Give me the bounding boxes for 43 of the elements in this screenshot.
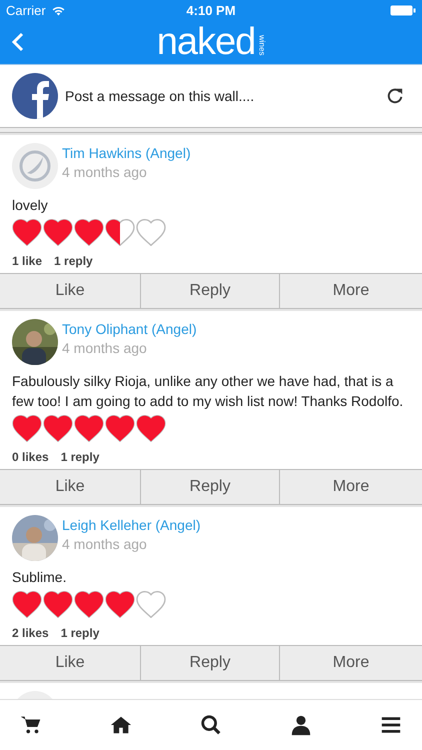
- wifi-icon: [50, 4, 66, 16]
- menu-icon[interactable]: [380, 714, 402, 736]
- cart-icon[interactable]: [20, 714, 42, 736]
- likes-count: 0 likes: [12, 450, 49, 464]
- back-button[interactable]: [10, 30, 26, 54]
- heart-icon: [12, 219, 42, 246]
- replies-count: 1 reply: [60, 626, 100, 640]
- heart-icon: [43, 591, 73, 618]
- heart-icon: [105, 219, 135, 246]
- comment-text: lovely: [12, 196, 49, 215]
- heart-icon: [136, 591, 166, 618]
- post-time: 4 months ago: [62, 339, 148, 358]
- search-icon[interactable]: [200, 714, 222, 736]
- heart-icon: [12, 591, 42, 618]
- heart-icon: [43, 415, 73, 442]
- likes-count: 1 like: [12, 254, 42, 268]
- post-time: 4 months ago: [62, 535, 148, 554]
- heart-icon: [105, 415, 135, 442]
- refresh-icon[interactable]: [386, 87, 404, 105]
- heart-icon: [136, 219, 166, 246]
- heart-icon: [74, 219, 104, 246]
- facebook-icon: [12, 73, 58, 119]
- comment-text: Sublime.: [12, 568, 68, 587]
- heart-icon: [74, 415, 104, 442]
- logo-subtext: wines: [257, 34, 266, 55]
- back-icon: [12, 32, 24, 52]
- battery-icon: [390, 4, 416, 16]
- status-time: 4:10 PM: [186, 2, 236, 18]
- replies-count: 1 reply: [54, 254, 93, 268]
- heart-icon: [136, 415, 166, 442]
- heart-icon: [74, 591, 104, 618]
- post-time: 4 months ago: [62, 163, 148, 182]
- carrier-name: Carrier: [6, 2, 46, 18]
- likes-count: 2 likes: [12, 626, 49, 640]
- heart-icon: [43, 219, 73, 246]
- person-icon[interactable]: [290, 714, 312, 736]
- heart-icon: [12, 415, 42, 442]
- replies-count: 1 reply: [60, 450, 100, 464]
- logo-text: naked: [156, 23, 256, 61]
- home-icon[interactable]: [110, 714, 132, 736]
- comment-text: Fabulously silky Rioja, unlike any other we have had, that is a few too! I am going to add to my wish list now! Thanks Rodolfo.: [12, 372, 404, 411]
- heart-icon: [105, 591, 135, 618]
- wing-avatar-icon: [12, 143, 58, 189]
